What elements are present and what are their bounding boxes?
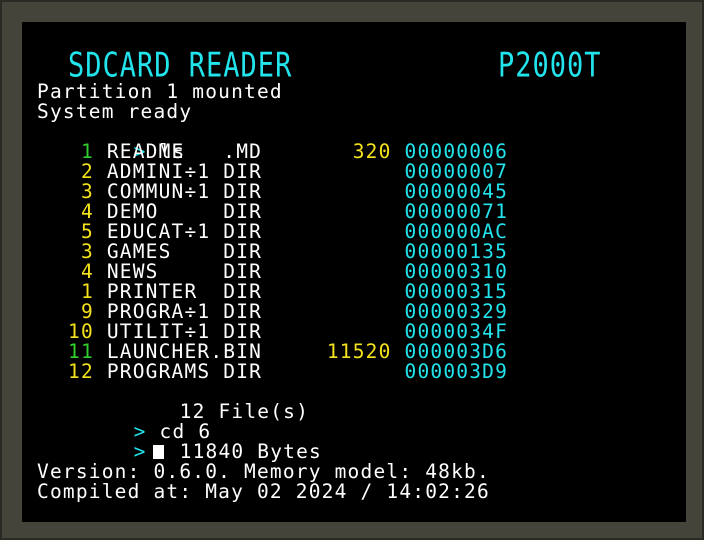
file-size [275,360,391,383]
file-row: 3 GAMES DIR 00000135 [68,242,508,262]
summary-line: 12 File(s) 11840 Bytes [102,382,322,462]
file-row: 5 EDUCAT÷1 DIR 000000AC [68,222,508,242]
file-row: 1 PRINTER DIR 00000315 [68,282,508,302]
file-row: 9 PROGRA÷1 DIR 00000329 [68,302,508,322]
file-cluster: 000003D9 [404,360,509,383]
input-line[interactable]: > [56,422,164,462]
compiled-info: Compiled at: May 02 2024 / 14:02:26 [37,480,490,503]
partition-message: Partition 1 mounted [37,80,283,103]
file-row: 4 NEWS DIR 00000310 [68,262,508,282]
command-line-ls: > ls [56,122,185,162]
machine-model: P2000T [498,46,602,86]
file-row: 10 UTILIT÷1 DIR 0000034F [68,322,508,342]
file-row: 11 LAUNCHER.BIN 11520 000003D6 [68,342,508,362]
command-line-cd: > cd 6 [56,402,211,442]
file-row: 3 COMMUN÷1 DIR 00000045 [68,182,508,202]
file-row: 4 DEMO DIR 00000071 [68,202,508,222]
cursor-block[interactable] [152,445,164,459]
file-row: 2 ADMINI÷1 DIR 00000007 [68,162,508,182]
terminal-screen[interactable]: SDCARD READER P2000T Partition 1 mounted… [22,22,686,522]
version-info: Version: 0.6.0. Memory model: 48kb. [37,460,490,483]
file-number: 12 [68,360,94,383]
command-text: cd 6 [159,420,212,443]
monitor-frame: SDCARD READER P2000T Partition 1 mounted… [0,0,704,540]
file-row: 12 PROGRAMS DIR 000003D9 [68,362,508,382]
status-message: System ready [37,100,193,123]
file-row: 1 README .MD 320 00000006 [68,142,508,162]
file-name: PROGRAMS DIR [106,360,276,383]
